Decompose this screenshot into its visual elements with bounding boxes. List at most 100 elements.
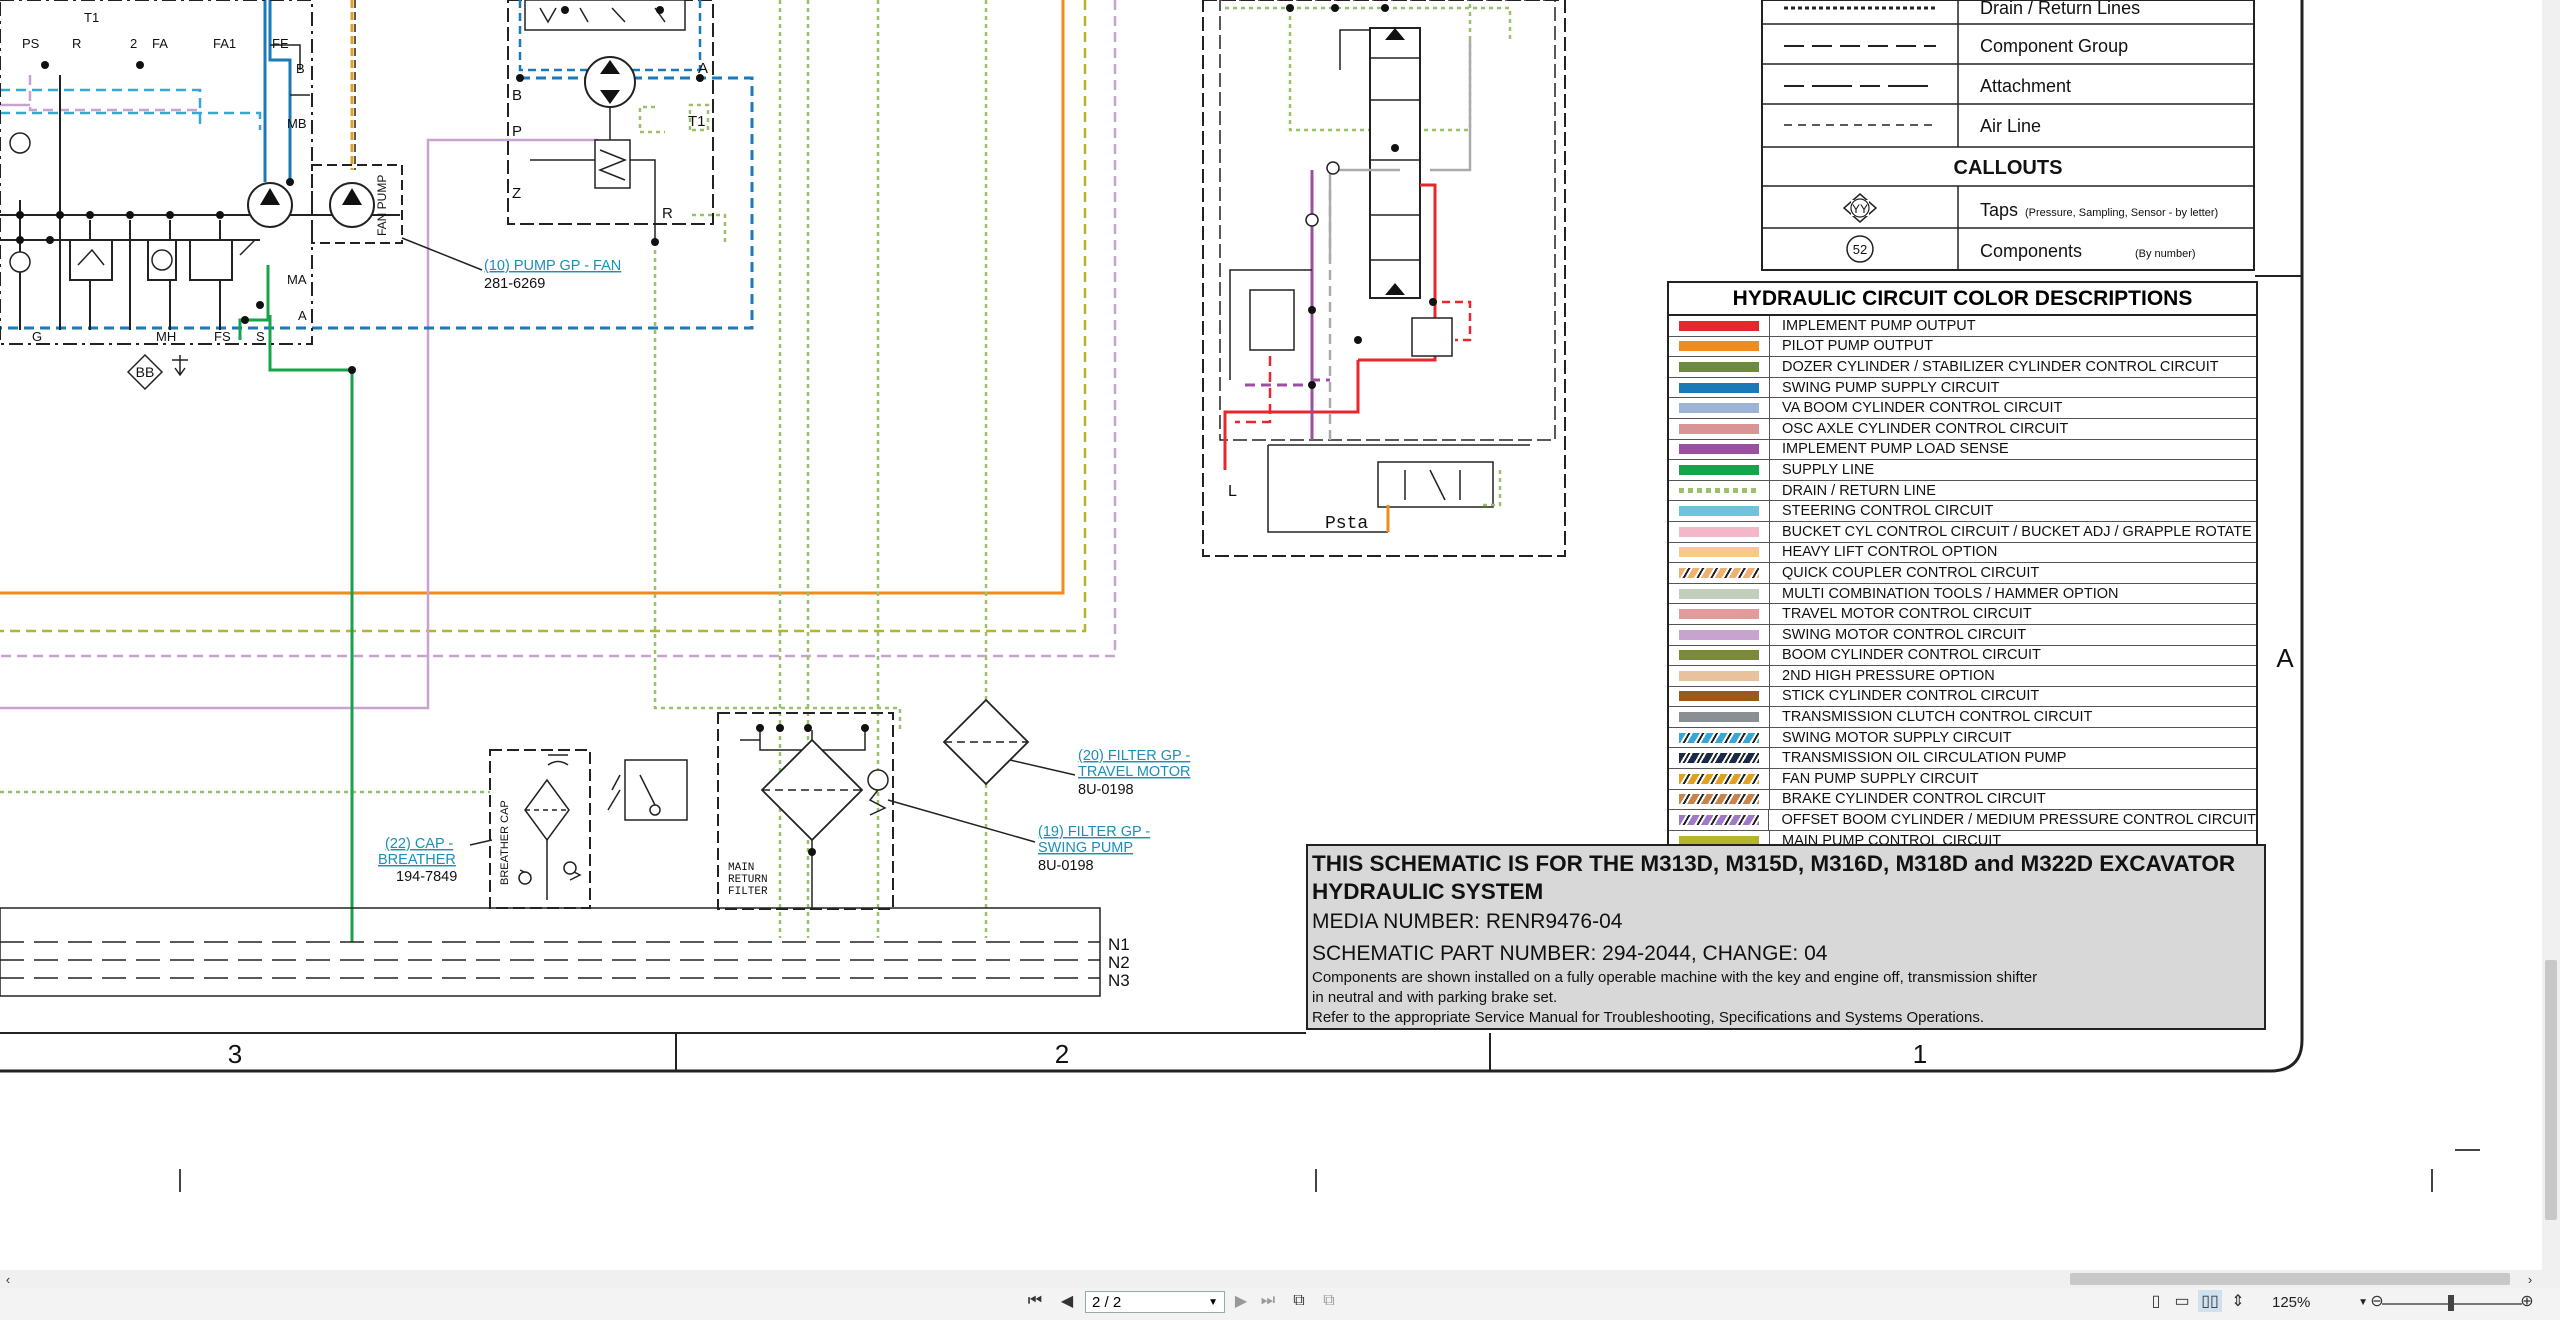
- legend-color-swatch: [1679, 444, 1759, 455]
- port-label: P: [512, 123, 522, 140]
- port-label: FA: [152, 36, 168, 51]
- legend-label: BOOM CYLINDER CONTROL CIRCUIT: [1782, 647, 2041, 664]
- port-label: MH: [156, 329, 176, 344]
- legend-swatch-cell: [1669, 624, 1770, 645]
- page-number-field[interactable]: 2 / 2 ▼: [1085, 1291, 1225, 1313]
- title-block-note: Refer to the appropriate Service Manual …: [1312, 1009, 1985, 1026]
- diagram-stroke: [1009, 759, 1076, 776]
- legend-row: MULTI COMBINATION TOOLS / HAMMER OPTION: [1669, 583, 2256, 605]
- hydraulic-color-legend: HYDRAULIC CIRCUIT COLOR DESCRIPTIONS IMP…: [1667, 281, 2258, 853]
- tank-line-n1: N1: [1108, 935, 1130, 954]
- diagram-stroke: [1249, 289, 1295, 351]
- port-label: S: [256, 329, 265, 344]
- page-number-value: 2 / 2: [1092, 1293, 1122, 1311]
- diagram-stroke: [1305, 213, 1319, 227]
- zoom-select[interactable]: 125% ▼: [2272, 1291, 2368, 1313]
- callout-filter-swing-link2[interactable]: SWING PUMP: [1038, 840, 1133, 856]
- zone-label: 3: [228, 1039, 242, 1069]
- diagram-stroke: Taps: [1980, 200, 2018, 220]
- diagram-stroke: [46, 236, 54, 244]
- legend-row: HEAVY LIFT CONTROL OPTION: [1669, 542, 2256, 564]
- line-key-table: Drain / Return Lines Component Group Att…: [1761, 0, 2255, 271]
- diagram-stroke: [563, 861, 577, 875]
- fit-icon[interactable]: ⇕: [2228, 1290, 2248, 1312]
- diagram-stroke: [401, 237, 483, 271]
- port-label: R: [72, 36, 81, 51]
- legend-color-swatch: [1679, 526, 1759, 537]
- vertical-scrollbar[interactable]: [2542, 0, 2560, 1270]
- legend-label: QUICK COUPLER CONTROL CIRCUIT: [1782, 564, 2040, 581]
- diagram-stroke: [9, 132, 31, 154]
- legend-label: SWING MOTOR SUPPLY CIRCUIT: [1782, 729, 2012, 746]
- previous-view-icon[interactable]: ⧉: [1288, 1290, 1310, 1312]
- legend-label: STICK CYLINDER CONTROL CIRCUIT: [1782, 688, 2040, 705]
- diagram-stroke: [151, 249, 173, 271]
- horizontal-scrollbar[interactable]: [0, 1270, 2560, 1288]
- legend-swatch-cell: [1669, 398, 1770, 418]
- port-label: 2: [130, 36, 137, 51]
- legend-label: SWING PUMP SUPPLY CIRCUIT: [1782, 379, 2000, 396]
- title-block: THIS SCHEMATIC IS FOR THE M313D, M315D, …: [1306, 844, 2266, 1030]
- legend-row: DRAIN / RETURN LINE: [1669, 480, 2256, 502]
- diagram-stroke: [239, 239, 256, 256]
- callout-filter-travel-part: 8U-0198: [1078, 782, 1134, 798]
- tank-line-n2: N2: [1108, 953, 1130, 972]
- callout-cap-breather-link2[interactable]: BREATHER: [378, 852, 456, 868]
- zoom-out-icon[interactable]: ⊖: [2368, 1290, 2386, 1312]
- legend-row: SWING MOTOR SUPPLY CIRCUIT: [1669, 727, 2256, 749]
- legend-row: OFFSET BOOM CYLINDER / MEDIUM PRESSURE C…: [1669, 810, 2256, 831]
- chevron-down-icon[interactable]: ▼: [1208, 1297, 1218, 1308]
- zoom-in-icon[interactable]: ⊕: [2518, 1290, 2536, 1312]
- two-page-icon[interactable]: ▯▯: [2198, 1290, 2222, 1312]
- horizontal-scroll-thumb[interactable]: [2070, 1273, 2510, 1285]
- legend-label: STEERING CONTROL CIRCUIT: [1782, 503, 1994, 520]
- schematic-part-number: SCHEMATIC PART NUMBER: 294-2044, CHANGE:…: [1312, 942, 1828, 965]
- callout-filter-swing-link1[interactable]: (19) FILTER GP -: [1038, 824, 1150, 840]
- callout-filter-travel-link1[interactable]: (20) FILTER GP -: [1078, 748, 1190, 764]
- callout-filter-travel-link2[interactable]: TRAVEL MOTOR: [1078, 764, 1191, 780]
- legend-label: 2ND HIGH PRESSURE OPTION: [1782, 667, 1995, 684]
- legend-swatch-cell: [1669, 480, 1770, 501]
- diagram-stroke: [189, 239, 233, 281]
- legend-swatch-cell: [1669, 336, 1770, 357]
- legend-color-swatch: [1679, 464, 1759, 475]
- scroll-left-icon[interactable]: ‹: [2, 1271, 14, 1287]
- pilot-pump-output-line: [0, 0, 1065, 595]
- next-view-icon[interactable]: ⧉: [1318, 1290, 1340, 1312]
- zoom-slider-thumb[interactable]: [2448, 1295, 2454, 1311]
- legend-color-swatch: [1678, 815, 1759, 826]
- legend-label: SUPPLY LINE: [1782, 461, 1875, 478]
- schematic-sheet: 3 2 1 A FAN PUMP PS R T1 2 FA FA1 FE B M…: [0, 0, 2560, 1270]
- diagram-stroke: [216, 211, 224, 219]
- continuous-icon[interactable]: ▭: [2172, 1290, 2192, 1312]
- swing-pump-supply-line: [268, 0, 292, 182]
- diagram-stroke: [887, 799, 1036, 843]
- diagram-stroke: [1235, 340, 1272, 424]
- diagram-stroke: [16, 211, 24, 219]
- scroll-right-icon[interactable]: ›: [2524, 1271, 2536, 1287]
- legend-color-swatch: [1679, 361, 1759, 372]
- legend-row: STICK CYLINDER CONTROL CIRCUIT: [1669, 686, 2256, 708]
- diagram-stroke: [1286, 4, 1294, 12]
- port-label: B: [512, 87, 522, 104]
- port-label: FE: [272, 36, 289, 51]
- callout-cap-breather-link1[interactable]: (22) CAP -: [385, 836, 453, 852]
- single-page-icon[interactable]: ▯: [2146, 1290, 2166, 1312]
- diagram-stroke: [530, 107, 656, 242]
- last-page-icon[interactable]: ⏭: [1258, 1290, 1278, 1312]
- title-block-heading: THIS SCHEMATIC IS FOR THE M313D, M315D, …: [1312, 851, 2236, 876]
- vertical-scroll-thumb[interactable]: [2545, 960, 2557, 1220]
- legend-row: TRANSMISSION OIL CIRCULATION PUMP: [1669, 748, 2256, 770]
- component-number-icon: 52: [1846, 235, 1874, 263]
- next-page-icon[interactable]: ▶: [1232, 1290, 1250, 1312]
- legend-color-swatch: [1679, 712, 1759, 723]
- chevron-down-icon[interactable]: ▼: [2358, 1297, 2368, 1308]
- legend-label: DRAIN / RETURN LINE: [1782, 482, 1936, 499]
- legend-swatch-cell: [1669, 316, 1770, 336]
- legend-color-swatch: [1679, 732, 1759, 743]
- legend-color-swatch: [1679, 567, 1759, 578]
- first-page-icon[interactable]: ⏮: [1026, 1290, 1044, 1312]
- legend-swatch-cell: [1669, 357, 1770, 377]
- prev-page-icon[interactable]: ◀: [1058, 1290, 1076, 1312]
- callout-pump-fan-link[interactable]: (10) PUMP GP - FAN: [484, 258, 621, 274]
